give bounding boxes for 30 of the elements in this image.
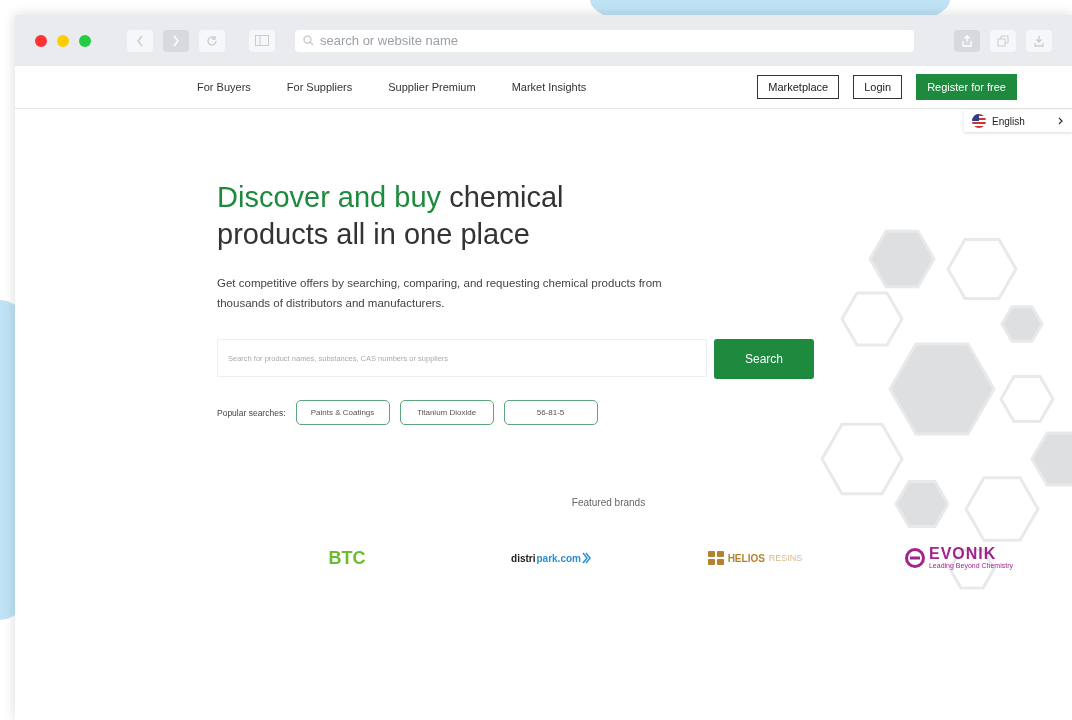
nav-link[interactable]: Supplier Premium xyxy=(388,81,476,93)
chevron-right-icon xyxy=(1058,117,1064,125)
back-icon[interactable] xyxy=(127,29,153,52)
maximize-window-icon[interactable] xyxy=(79,34,91,47)
hero-heading: Discover and buy chemical products all in one place xyxy=(217,180,565,252)
reload-icon[interactable] xyxy=(199,29,225,52)
nav-link[interactable]: For Suppliers xyxy=(286,81,353,93)
sidebar-icon[interactable] xyxy=(249,29,275,52)
featured-brands-heading: Featured brands xyxy=(570,497,646,508)
flag-icon xyxy=(972,114,986,128)
search-button[interactable]: Search xyxy=(714,339,814,379)
nav-link[interactable]: For Buyers xyxy=(197,81,251,93)
popular-search-chip[interactable]: Titanium Dioxide xyxy=(399,400,494,425)
share-icon[interactable] xyxy=(954,29,980,52)
brand-logo[interactable]: distripark.com xyxy=(511,552,591,564)
forward-icon[interactable] xyxy=(163,29,189,52)
tabs-icon[interactable] xyxy=(990,29,1016,52)
hero-subtitle: Get competitive offers by searching, comparing, and requesting chemical products from thousands of distributors and manufacturers. xyxy=(217,276,662,311)
popular-search-chip[interactable]: Paints & Coatings xyxy=(295,400,390,425)
register-button[interactable]: Register for free xyxy=(916,74,1017,100)
minimize-window-icon[interactable] xyxy=(57,34,69,47)
language-selector[interactable]: English xyxy=(964,110,1072,132)
popular-search-chip[interactable]: 56-81-5 xyxy=(503,400,598,425)
marketplace-button[interactable]: Marketplace xyxy=(757,75,840,99)
popular-searches-label: Popular searches: xyxy=(217,407,286,418)
search-icon xyxy=(303,35,314,46)
login-button[interactable]: Login xyxy=(853,75,903,99)
nav-link[interactable]: Market Insights xyxy=(511,81,587,93)
download-icon[interactable] xyxy=(1026,29,1052,52)
close-window-icon[interactable] xyxy=(35,34,47,47)
